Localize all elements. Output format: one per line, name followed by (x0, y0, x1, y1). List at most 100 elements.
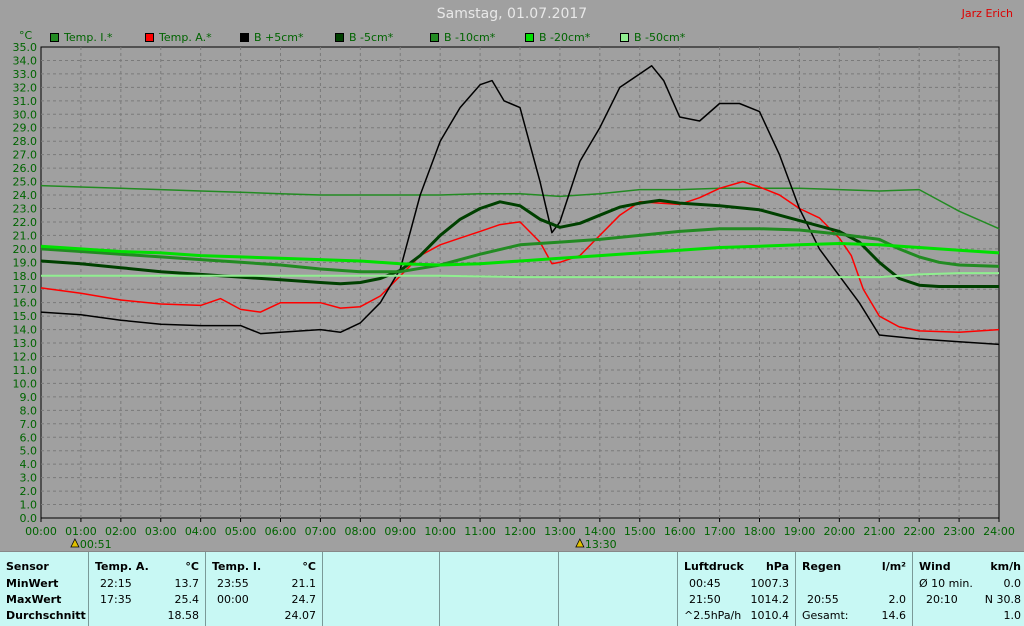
legend-label: B -10cm* (444, 31, 496, 44)
y-tick-label: 18.0 (13, 270, 38, 283)
x-tick-label: 08:00 (344, 525, 376, 538)
x-tick-label: 03:00 (145, 525, 177, 538)
y-tick-label: 20.0 (13, 243, 38, 256)
stats-header: Wind (919, 560, 951, 573)
y-tick-label: 28.0 (13, 135, 38, 148)
stats-time: 23:55 (217, 577, 249, 590)
x-tick-label: 00:00 (25, 525, 57, 538)
x-tick-label: 18:00 (744, 525, 776, 538)
sun-marker-icon (575, 538, 585, 548)
y-tick-label: 21.0 (13, 229, 38, 242)
x-tick-label: 20:00 (823, 525, 855, 538)
stats-col-temp-i: Temp. I. °C 23:55 21.1 00:00 24.7 24.07 (206, 552, 323, 626)
y-tick-label: 1.0 (20, 499, 38, 512)
y-tick-label: 10.0 (13, 377, 38, 390)
y-tick-label: 7.0 (20, 418, 38, 431)
stats-row-label: MaxWert (6, 593, 62, 606)
y-tick-label: 31.0 (13, 95, 38, 108)
stats-col-empty (323, 552, 440, 626)
y-tick-label: 15.0 (13, 310, 38, 323)
x-tick-label: 22:00 (903, 525, 935, 538)
y-tick-label: 32.0 (13, 81, 38, 94)
x-tick-label: 17:00 (704, 525, 736, 538)
stats-header: Temp. A. (95, 560, 149, 573)
y-tick-label: 0.0 (20, 512, 38, 525)
y-tick-label: 8.0 (20, 404, 38, 417)
stats-col-luftdruck: Luftdruck hPa 00:45 1007.3 21:50 1014.2 … (678, 552, 796, 626)
stats-unit: l/m² (881, 560, 906, 573)
y-tick-label: 30.0 (13, 108, 38, 121)
stats-value: 1007.3 (750, 577, 790, 590)
legend-item-b-50: B -50cm* (620, 31, 685, 45)
legend-label: Temp. I.* (64, 31, 113, 44)
y-tick-label: 35.0 (13, 41, 38, 54)
temperature-chart: 0.01.02.03.04.05.06.07.08.09.010.011.012… (13, 41, 1015, 551)
y-tick-label: 22.0 (13, 216, 38, 229)
x-tick-label: 16:00 (664, 525, 696, 538)
stats-header: Temp. I. (212, 560, 262, 573)
stats-header: Sensor (6, 560, 49, 573)
stats-col-regen: Regen l/m² 20:55 2.0 Gesamt: 14.6 (796, 552, 913, 626)
y-tick-label: 19.0 (13, 256, 38, 269)
stats-row-label: Durchschnitt (6, 609, 86, 622)
x-tick-label: 04:00 (185, 525, 217, 538)
stats-unit: hPa (765, 560, 789, 573)
x-tick-label: 13:00 (544, 525, 576, 538)
legend-label: B -50cm* (634, 31, 686, 44)
y-tick-label: 25.0 (13, 176, 38, 189)
stats-time: 00:45 (689, 577, 721, 590)
y-tick-label: 33.0 (13, 68, 38, 81)
stats-time: 17:35 (100, 593, 132, 606)
legend-swatch (430, 33, 439, 42)
author-label: Jarz Erich (961, 7, 1013, 20)
legend-item-b-20: B -20cm* (525, 31, 590, 45)
stats-time: 21:50 (689, 593, 721, 606)
legend-swatch (50, 33, 59, 42)
x-tick-label: 05:00 (225, 525, 257, 538)
legend-item-temp-i: Temp. I.* (50, 31, 113, 45)
stats-value: 0.0 (1003, 577, 1022, 590)
y-tick-label: 4.0 (20, 458, 38, 471)
stats-unit: °C (185, 560, 199, 573)
stats-col-empty (440, 552, 559, 626)
y-tick-label: 11.0 (13, 364, 38, 377)
sun-marker-label: 00:51 (80, 538, 112, 551)
x-tick-label: 07:00 (305, 525, 337, 538)
x-tick-label: 24:00 (983, 525, 1015, 538)
y-tick-label: 12.0 (13, 351, 38, 364)
stats-value: 1014.2 (750, 593, 790, 606)
y-tick-labels: 0.01.02.03.04.05.06.07.08.09.010.011.012… (13, 41, 38, 525)
y-unit-label: °C (19, 29, 33, 42)
y-tick-label: 29.0 (13, 122, 38, 135)
x-tick-label: 11:00 (464, 525, 496, 538)
y-tick-label: 17.0 (13, 283, 38, 296)
sun-marker-label: 13:30 (585, 538, 617, 551)
y-tick-label: 3.0 (20, 472, 38, 485)
x-tick-label: 12:00 (504, 525, 536, 538)
stats-col-empty (559, 552, 678, 626)
stats-value: 14.6 (881, 609, 907, 622)
stats-unit: °C (302, 560, 316, 573)
legend-item-b-5: B -5cm* (335, 31, 393, 45)
legend-item-temp-a: Temp. A.* (145, 31, 212, 45)
stats-time: 20:55 (807, 593, 839, 606)
x-tick-label: 01:00 (65, 525, 97, 538)
y-tick-label: 24.0 (13, 189, 38, 202)
stats-value: 18.58 (167, 609, 200, 622)
chart-title: Samstag, 01.07.2017 (436, 6, 588, 22)
time-markers: 00:51 13:30 (70, 538, 617, 551)
x-tick-label: 14:00 (584, 525, 616, 538)
stats-value: 2.0 (888, 593, 907, 606)
y-tick-label: 34.0 (13, 54, 38, 67)
y-tick-label: 5.0 (20, 445, 38, 458)
stats-value: 24.7 (291, 593, 317, 606)
stats-value: 24.07 (284, 609, 317, 622)
legend-label: B +5cm* (254, 31, 304, 44)
y-tick-label: 13.0 (13, 337, 38, 350)
legend-label: B -20cm* (539, 31, 591, 44)
legend-item-b-10: B -10cm* (430, 31, 495, 45)
x-tick-labels: 00:00 01:00 02:00 03:00 04:00 05:00 06:00 07:00… (25, 518, 1015, 538)
stats-unit: km/h (990, 560, 1021, 573)
stats-value: N 30.8 (984, 593, 1021, 606)
x-tick-label: 19:00 (784, 525, 816, 538)
